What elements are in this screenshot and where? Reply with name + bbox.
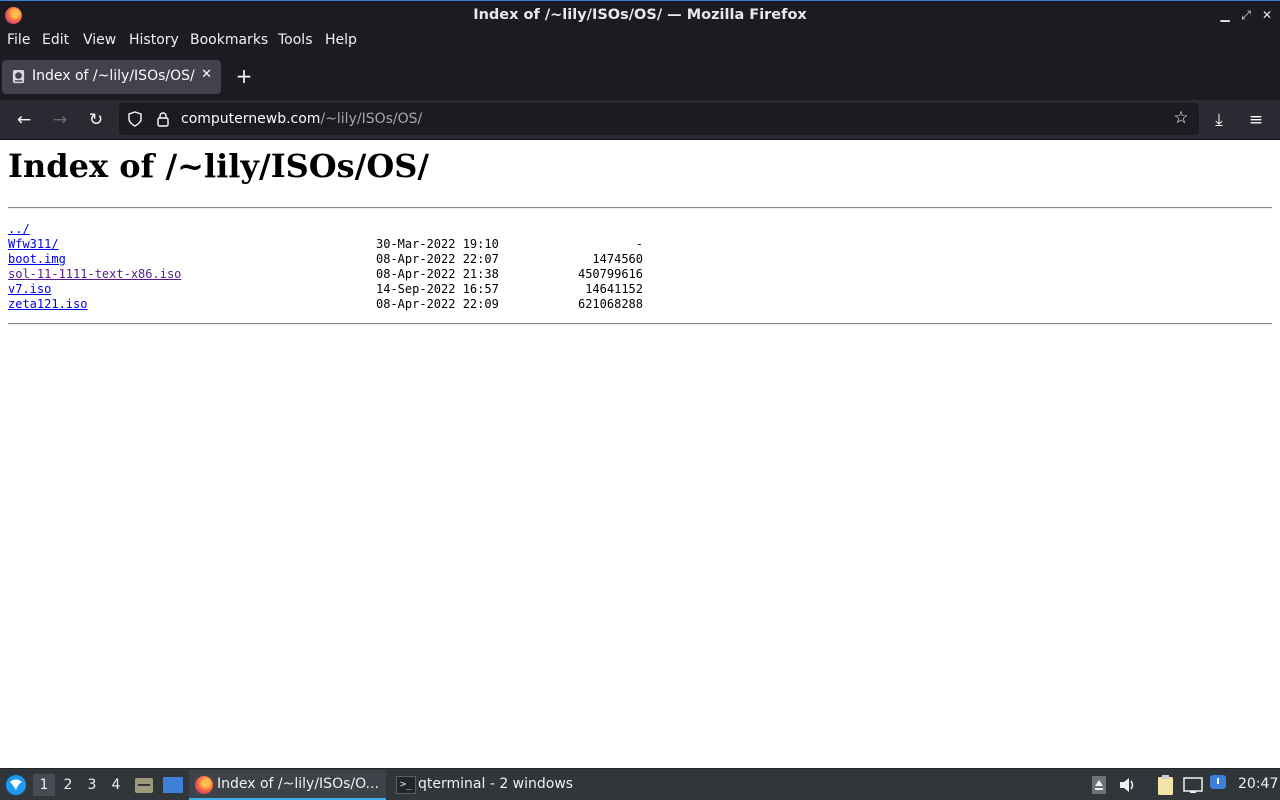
listing-row-parent: ../ (8, 222, 181, 237)
page-favicon-icon (12, 69, 25, 84)
menu-history[interactable]: History (129, 32, 179, 48)
nav-bar: ← → ↻ computernewb.com/~lily/ISOs/OS/ ☆ … (0, 100, 1280, 140)
forward-button[interactable]: → (49, 109, 71, 131)
file-link[interactable]: v7.iso (8, 282, 51, 296)
minimize-button[interactable]: ▁ (1216, 6, 1234, 24)
file-link[interactable]: zeta121.iso (8, 297, 87, 311)
url-bar[interactable]: computernewb.com/~lily/ISOs/OS/ ☆ (119, 103, 1199, 135)
menu-file[interactable]: File (7, 32, 30, 48)
clock[interactable]: 20:47 (1238, 776, 1278, 792)
bookmark-star-icon[interactable]: ☆ (1170, 107, 1192, 129)
file-size: 450799616 (577, 267, 643, 281)
divider-bottom (8, 323, 1272, 325)
file-date: 08-Apr-2022 22:07 (376, 252, 499, 266)
listing-row: sol-11-1111-text-x86.iso 08-Apr-2022 21:… (8, 267, 643, 282)
url-domain: computernewb.com (181, 111, 321, 127)
workspace-3[interactable]: 3 (81, 774, 103, 796)
reload-button[interactable]: ↻ (85, 109, 107, 131)
file-size: - (635, 237, 643, 251)
page-heading: Index of /~lily/ISOs/OS/ (8, 147, 430, 185)
file-date: 08-Apr-2022 21:38 (376, 267, 499, 281)
file-link[interactable]: Wfw311/ (8, 237, 59, 251)
restore-button[interactable]: ⤢ (1237, 6, 1255, 24)
close-window-button[interactable]: ✕ (1258, 6, 1276, 24)
file-date: 30-Mar-2022 19:10 (376, 237, 499, 251)
task-firefox-label: Index of /~lily/ISOs/O... (217, 776, 379, 792)
divider-top (8, 207, 1272, 209)
file-listing: ../ Wfw311/ 30-Mar-2022 19:10 - boot.img… (8, 222, 643, 312)
parent-directory-link[interactable]: ../ (8, 222, 30, 236)
menu-tools[interactable]: Tools (278, 32, 313, 48)
file-size: 1474560 (592, 252, 643, 266)
file-link[interactable]: boot.img (8, 252, 66, 266)
file-size: 621068288 (577, 297, 643, 311)
menu-bookmarks[interactable]: Bookmarks (190, 32, 268, 48)
tab-label: Index of /~lily/ISOs/OS/ (32, 68, 195, 84)
workspace-2[interactable]: 2 (57, 774, 79, 796)
lock-icon[interactable] (155, 111, 171, 127)
menu-help[interactable]: Help (325, 32, 357, 48)
menu-edit[interactable]: Edit (42, 32, 69, 48)
window-title: Index of /~lily/ISOs/OS/ — Mozilla Firef… (473, 7, 807, 23)
listing-row: v7.iso 14-Sep-2022 16:57 14641152 (8, 282, 643, 297)
tab-strip: Index of /~lily/ISOs/OS/ ✕ + (0, 53, 1280, 100)
downloads-icon[interactable]: ⤓ (1208, 109, 1230, 131)
start-menu-icon[interactable] (5, 774, 27, 796)
listing-row: zeta121.iso 08-Apr-2022 22:09 621068288 (8, 297, 643, 312)
menu-view[interactable]: View (83, 32, 116, 48)
url-text[interactable]: computernewb.com/~lily/ISOs/OS/ (181, 111, 422, 127)
volume-icon[interactable] (1118, 776, 1138, 794)
listing-row: Wfw311/ 30-Mar-2022 19:10 - (8, 237, 643, 252)
workspace-1[interactable]: 1 (33, 774, 55, 796)
app-menu-icon[interactable]: ≡ (1245, 109, 1267, 131)
task-firefox[interactable]: Index of /~lily/ISOs/O... (189, 770, 386, 800)
network-icon[interactable] (1183, 775, 1203, 795)
terminal-icon: >_ (396, 776, 416, 794)
menu-bar: File Edit View History Bookmarks Tools H… (0, 29, 1280, 53)
file-date: 14-Sep-2022 16:57 (376, 282, 499, 296)
tab-index[interactable]: Index of /~lily/ISOs/OS/ ✕ (2, 60, 221, 94)
clipboard-icon[interactable] (1156, 774, 1176, 796)
task-terminal-label: qterminal - 2 windows (418, 776, 574, 792)
listing-row: boot.img 08-Apr-2022 22:07 1474560 (8, 252, 643, 267)
new-tab-button[interactable]: + (234, 65, 254, 87)
workspace-4[interactable]: 4 (105, 774, 127, 796)
eject-icon[interactable] (1091, 775, 1107, 795)
shield-icon[interactable] (127, 111, 143, 127)
file-size: 14641152 (585, 282, 643, 296)
tab-close-icon[interactable]: ✕ (201, 67, 212, 82)
file-date: 08-Apr-2022 22:09 (376, 297, 499, 311)
notification-icon[interactable] (1209, 774, 1227, 792)
back-button[interactable]: ← (13, 109, 35, 131)
task-terminal[interactable]: >_ qterminal - 2 windows (390, 770, 580, 800)
page-content: Index of /~lily/ISOs/OS/ ../ Wfw311/ 30-… (0, 140, 1280, 768)
file-manager-icon[interactable] (134, 775, 154, 795)
taskbar: 1 2 3 4 Index of /~lily/ISOs/O... >_ qte… (0, 768, 1280, 800)
file-link[interactable]: sol-11-1111-text-x86.iso (8, 267, 181, 281)
show-desktop-icon[interactable] (162, 775, 184, 795)
firefox-icon (195, 776, 213, 794)
url-path: /~lily/ISOs/OS/ (320, 111, 423, 127)
window-titlebar: Index of /~lily/ISOs/OS/ — Mozilla Firef… (0, 0, 1280, 29)
